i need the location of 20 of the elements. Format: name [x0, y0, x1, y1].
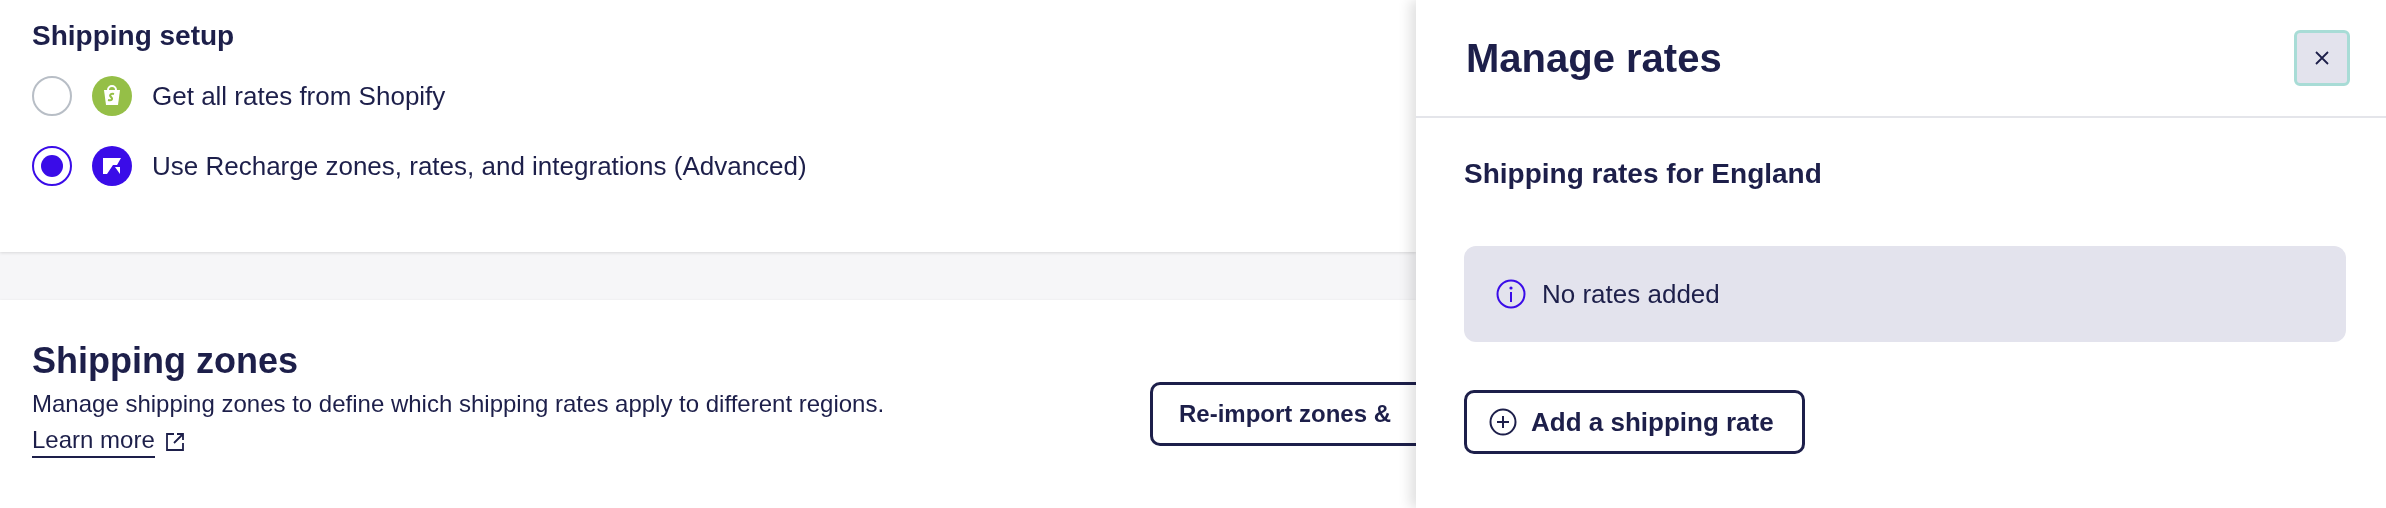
- logo-icon: [92, 146, 132, 186]
- radio-button[interactable]: [32, 76, 72, 116]
- section-title: Shipping setup: [32, 20, 235, 52]
- shopping-bag-icon: [92, 76, 132, 116]
- close-icon: [2314, 50, 2330, 66]
- radio-button[interactable]: [32, 146, 72, 186]
- external-link-icon: [164, 432, 185, 452]
- section-description: Manage shipping zones to define which shipping rates apply to different regions.: [32, 390, 885, 418]
- panel-title: Manage rates: [1466, 35, 1722, 81]
- learn-more-link[interactable]: Learn more: [32, 426, 155, 458]
- option-label: Use Recharge zones, rates, and integrations (Advanced): [152, 150, 807, 182]
- reimport-button[interactable]: Re-import zones &: [1150, 382, 1416, 446]
- section-title: Shipping zones: [32, 340, 298, 382]
- plus-circle-icon: [1489, 408, 1517, 436]
- option-label: Get all rates from Shopify: [152, 80, 446, 112]
- info-icon: [1496, 279, 1526, 309]
- section-title: Shipping rates for England: [1464, 158, 1822, 190]
- add-rate-button[interactable]: Add a shipping rate: [1464, 390, 1805, 454]
- close-button[interactable]: [2294, 30, 2350, 86]
- notice-text: No rates added: [1542, 278, 1720, 310]
